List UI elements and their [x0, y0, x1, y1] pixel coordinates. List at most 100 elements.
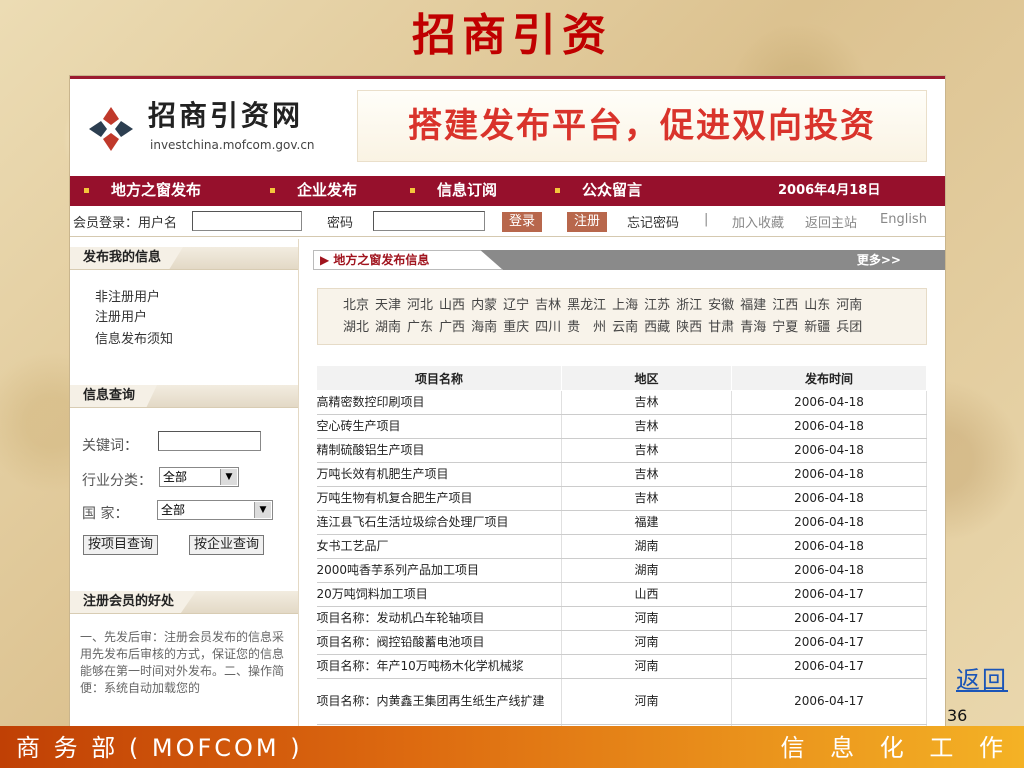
- section-header-bar: ▶ 地方之窗发布信息 更多>>: [313, 250, 945, 270]
- table-row[interactable]: 女书工艺品厂 湖南 2006-04-18: [316, 534, 927, 559]
- region-link[interactable]: 江西: [772, 298, 798, 313]
- dropdown-arrow-icon: ▼: [220, 469, 237, 485]
- slide-footer: 商 务 部 ( MOFCOM ) 信 息 化 工 作: [0, 726, 1024, 768]
- region-link[interactable]: 湖北: [343, 320, 369, 335]
- site-header: 招商引资网 investchina.mofcom.gov.cn 搭建发布平台，促…: [70, 79, 945, 176]
- region-link[interactable]: 兵团: [836, 320, 862, 335]
- table-row[interactable]: 精制硫酸铝生产项目 吉林 2006-04-18: [316, 438, 927, 463]
- project-name[interactable]: 2000吨香芋系列产品加工项目: [316, 558, 562, 583]
- region-link[interactable]: 辽宁: [503, 298, 529, 313]
- project-name[interactable]: 空心砖生产项目: [316, 414, 562, 439]
- publish-date: 2006-04-18: [731, 534, 927, 559]
- username-input[interactable]: [192, 211, 302, 231]
- add-favorite-link[interactable]: 加入收藏: [732, 212, 784, 231]
- region-link[interactable]: 福建: [740, 298, 766, 313]
- project-name[interactable]: 连江县飞石生活垃圾综合处理厂项目: [316, 510, 562, 535]
- region-link[interactable]: 河南: [836, 298, 862, 313]
- region-link[interactable]: 安徽: [708, 298, 734, 313]
- region-link[interactable]: 贵 州: [567, 320, 606, 335]
- logo-name[interactable]: 招商引资网: [148, 99, 303, 133]
- table-row[interactable]: 项目名称：阀控铅酸蓄电池项目 河南 2006-04-17: [316, 630, 927, 655]
- project-region: 福建: [561, 510, 732, 535]
- table-row[interactable]: 项目名称：内黄鑫王集团再生纸生产线扩建 河南 2006-04-17: [316, 678, 927, 725]
- publish-date: 2006-04-17: [731, 630, 927, 655]
- dropdown-arrow-icon: ▼: [254, 502, 271, 518]
- publish-section-title: 发布我的信息: [70, 247, 184, 269]
- table-row[interactable]: 项目名称：发动机凸车轮轴项目 河南 2006-04-17: [316, 606, 927, 631]
- region-link[interactable]: 广西: [439, 320, 465, 335]
- region-link[interactable]: 西藏: [644, 320, 670, 335]
- region-link[interactable]: 云南: [612, 320, 638, 335]
- region-link[interactable]: 黑龙江: [567, 298, 606, 313]
- nav-item-enterprise[interactable]: 企业发布: [270, 176, 357, 206]
- region-link[interactable]: 青海: [740, 320, 766, 335]
- country-select[interactable]: 全部 ▼: [157, 500, 273, 520]
- region-link[interactable]: 山西: [439, 298, 465, 313]
- region-link[interactable]: 重庆: [503, 320, 529, 335]
- sidebar-link-registered[interactable]: 注册用户: [95, 309, 147, 327]
- separator: |: [704, 212, 709, 227]
- region-link[interactable]: 北京: [343, 298, 369, 313]
- column-header-date: 发布时间: [731, 365, 927, 391]
- project-name[interactable]: 高精密数控印刷项目: [316, 390, 562, 415]
- region-link[interactable]: 江苏: [644, 298, 670, 313]
- region-link[interactable]: 浙江: [676, 298, 702, 313]
- publish-date: 2006-04-18: [731, 462, 927, 487]
- nav-label: 公众留言: [582, 181, 643, 199]
- project-name[interactable]: 项目名称：阀控铅酸蓄电池项目: [316, 630, 562, 655]
- region-link[interactable]: 吉林: [535, 298, 561, 313]
- table-row[interactable]: 连江县飞石生活垃圾综合处理厂项目 福建 2006-04-18: [316, 510, 927, 535]
- project-region: 吉林: [561, 390, 732, 415]
- table-row[interactable]: 项目名称：年产10万吨杨木化学机械浆 河南 2006-04-17: [316, 654, 927, 679]
- region-link[interactable]: 上海: [612, 298, 638, 313]
- table-row[interactable]: 高精密数控印刷项目 吉林 2006-04-18: [316, 390, 927, 415]
- nav-item-local-window[interactable]: 地方之窗发布: [84, 176, 201, 206]
- table-row[interactable]: 万吨生物有机复合肥生产项目 吉林 2006-04-18: [316, 486, 927, 511]
- project-name[interactable]: 20万吨饲料加工项目: [316, 582, 562, 607]
- nav-item-message[interactable]: 公众留言: [555, 176, 642, 206]
- project-name[interactable]: 万吨生物有机复合肥生产项目: [316, 486, 562, 511]
- keyword-label: 关键词：: [82, 438, 138, 454]
- region-link[interactable]: 湖南: [375, 320, 401, 335]
- nav-item-subscribe[interactable]: 信息订阅: [410, 176, 497, 206]
- back-main-site-link[interactable]: 返回主站: [805, 212, 857, 231]
- register-button[interactable]: 注册: [567, 212, 607, 232]
- login-button[interactable]: 登录: [502, 212, 542, 232]
- english-link[interactable]: English: [880, 212, 927, 227]
- table-row[interactable]: 20万吨饲料加工项目 山西 2006-04-17: [316, 582, 927, 607]
- search-by-company-button[interactable]: 按企业查询: [189, 535, 265, 555]
- back-link[interactable]: 返回: [956, 660, 1008, 695]
- search-by-project-button[interactable]: 按项目查询: [83, 535, 159, 555]
- project-name[interactable]: 女书工艺品厂: [316, 534, 562, 559]
- more-link[interactable]: 更多>>: [857, 250, 901, 270]
- benefits-section-header: 注册会员的好处: [70, 591, 298, 614]
- region-link[interactable]: 新疆: [804, 320, 830, 335]
- region-link[interactable]: 陕西: [676, 320, 702, 335]
- sidebar-link-unregistered[interactable]: 非注册用户: [95, 289, 160, 307]
- region-link[interactable]: 山东: [804, 298, 830, 313]
- region-link[interactable]: 四川: [535, 320, 561, 335]
- region-link[interactable]: 宁夏: [772, 320, 798, 335]
- table-row[interactable]: 2000吨香芋系列产品加工项目 湖南 2006-04-18: [316, 558, 927, 583]
- region-link[interactable]: 海南: [471, 320, 497, 335]
- password-input[interactable]: [373, 211, 485, 231]
- region-link[interactable]: 天津: [375, 298, 401, 313]
- table-row[interactable]: 万吨长效有机肥生产项目 吉林 2006-04-18: [316, 462, 927, 487]
- nav-label: 信息订阅: [437, 181, 498, 199]
- project-name[interactable]: 项目名称：内黄鑫王集团再生纸生产线扩建: [316, 678, 562, 725]
- region-link[interactable]: 河北: [407, 298, 433, 313]
- region-link[interactable]: 甘肃: [708, 320, 734, 335]
- project-name[interactable]: 万吨长效有机肥生产项目: [316, 462, 562, 487]
- country-select-value: 全部: [161, 503, 186, 517]
- keyword-input[interactable]: [158, 431, 261, 451]
- industry-select[interactable]: 全部 ▼: [159, 467, 239, 487]
- project-name[interactable]: 项目名称：发动机凸车轮轴项目: [316, 606, 562, 631]
- table-row[interactable]: 空心砖生产项目 吉林 2006-04-18: [316, 414, 927, 439]
- forgot-password-link[interactable]: 忘记密码: [627, 212, 679, 231]
- benefits-section-title: 注册会员的好处: [70, 591, 197, 613]
- project-name[interactable]: 项目名称：年产10万吨杨木化学机械浆: [316, 654, 562, 679]
- region-link[interactable]: 内蒙: [471, 298, 497, 313]
- sidebar-link-publish-notice[interactable]: 信息发布须知: [95, 331, 173, 349]
- region-link[interactable]: 广东: [407, 320, 433, 335]
- project-name[interactable]: 精制硫酸铝生产项目: [316, 438, 562, 463]
